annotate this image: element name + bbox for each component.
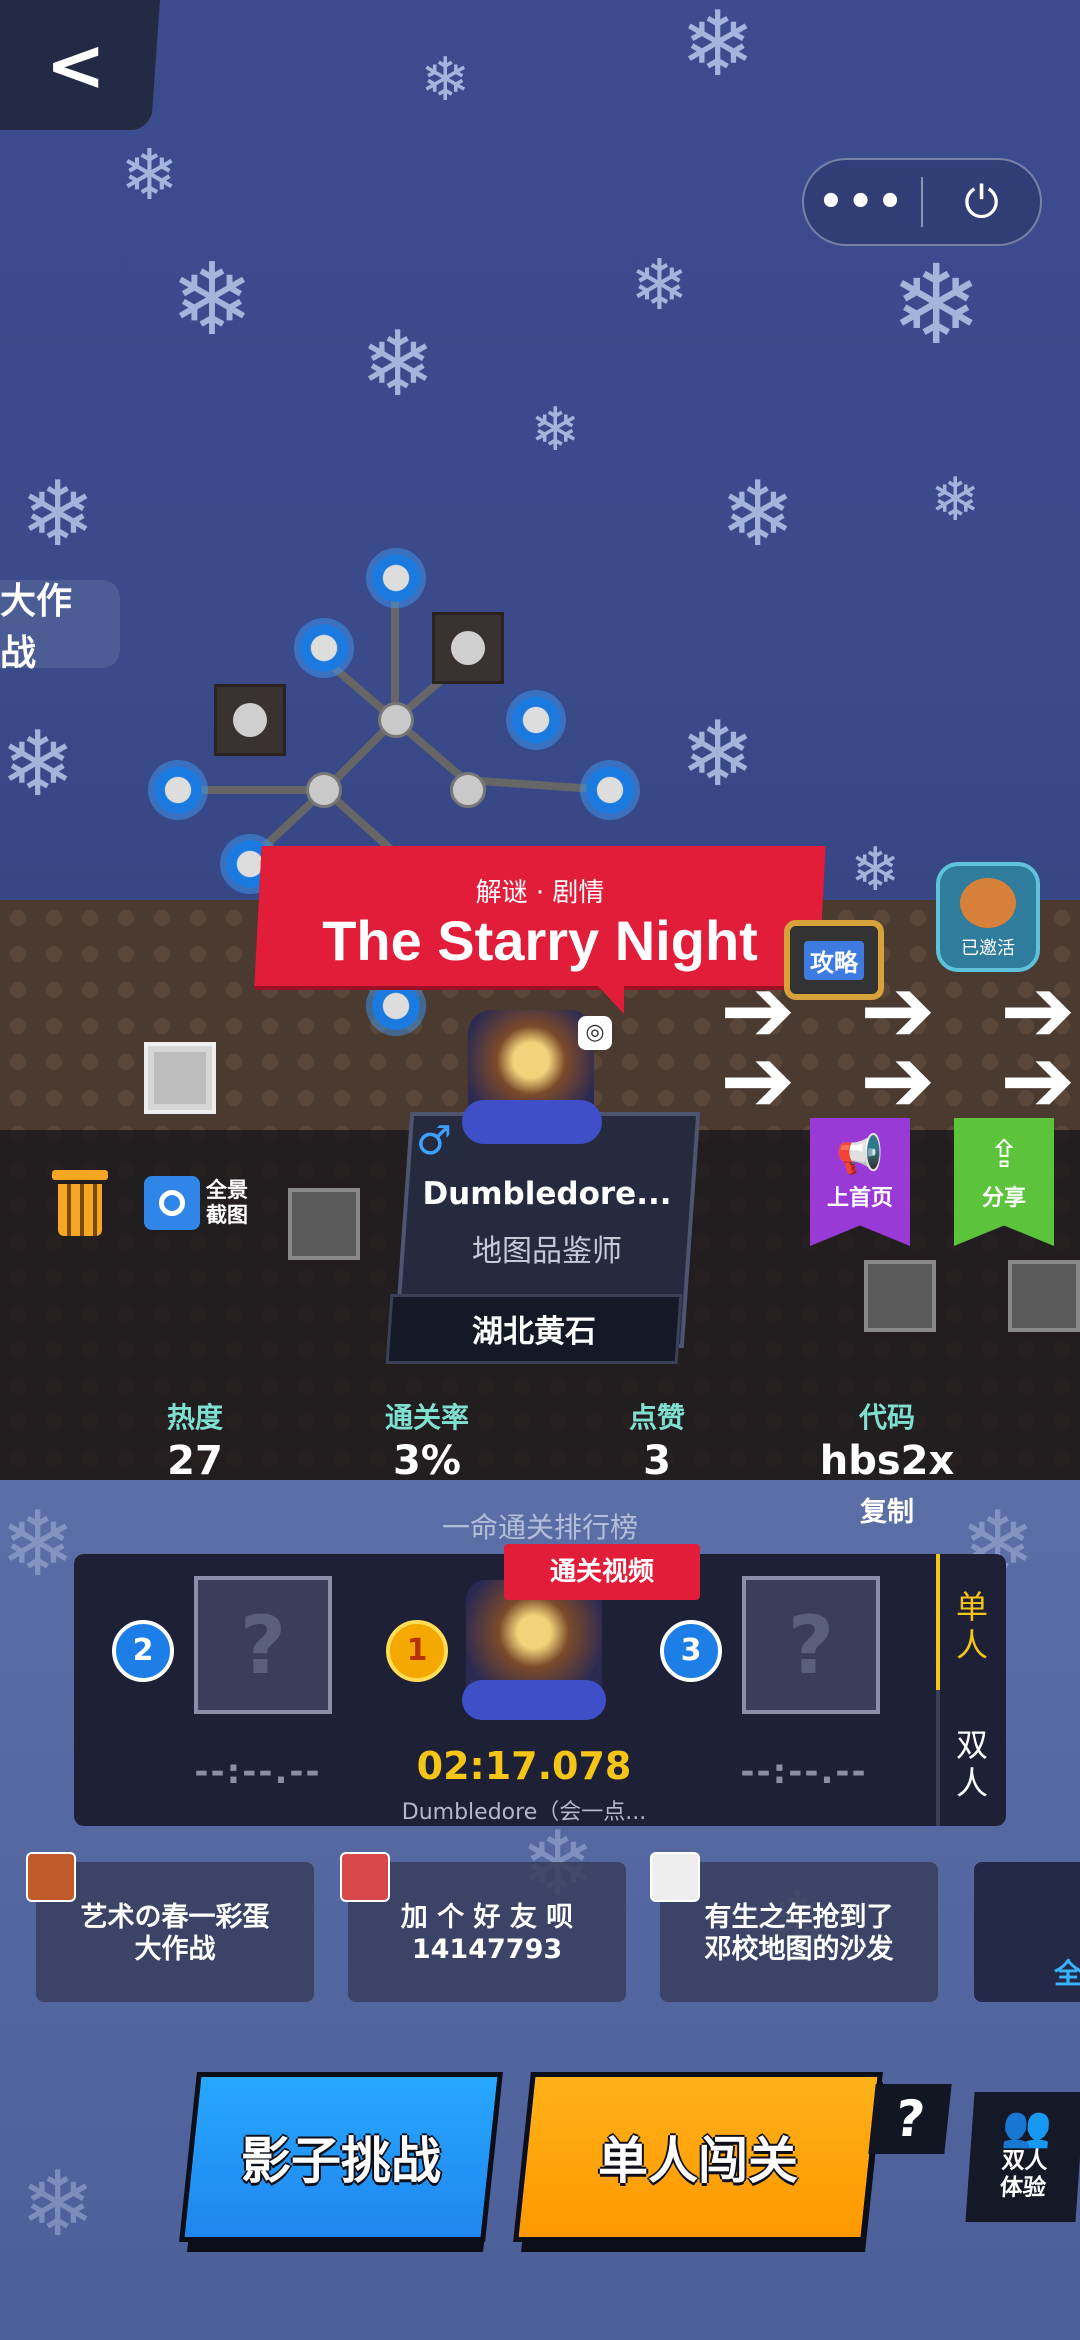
arrow-right-icon: ➔ [860,1028,936,1133]
clear-video-button[interactable]: 通关视频 [504,1544,700,1600]
comment-text: 艺术の春一彩蛋 大作战 [80,1902,270,1965]
snowflake-icon: ❄ [680,702,756,807]
snowflake-icon: ❄ [680,0,756,97]
level-title: The Starry Night [322,909,758,972]
tree-node [506,690,566,750]
rank-badge: 2 [112,1620,174,1682]
guide-button[interactable]: 攻略 [784,920,884,1000]
tree-node [366,548,426,608]
avatar-seat [462,1100,602,1144]
rank-time: --:--.-- [740,1752,868,1792]
tree-joint [450,772,486,808]
tree-block [432,612,504,684]
comment-card[interactable]: 有生之年抢到了 邓校地图的沙发 [660,1862,938,2002]
megaphone-icon: 📢 [836,1132,884,1176]
empty-avatar: ? [194,1576,332,1714]
rank-time: --:--.-- [194,1752,322,1792]
avatar [340,1852,390,1902]
invite-label: 已邀活 [961,938,1015,959]
creator-name: Dumbledore... [422,1176,672,1212]
camera-icon[interactable] [144,1176,200,1230]
promote-home-label: 上首页 [826,1186,893,1211]
snowflake-icon: ❄ [170,241,254,358]
stone-block [1008,1260,1080,1332]
stat-code: 代码 hbs2x [819,1401,955,1484]
snowflake-icon: ❄ [360,312,436,417]
snowflake-icon: ❄ [0,712,76,817]
snowflake-icon: ❄ [930,465,981,535]
duo-trial-button[interactable]: 👥 双人 体验 [965,2092,1080,2222]
snowflake-icon: ❄ [420,45,471,115]
snowflake-icon: ❄ [850,835,901,905]
comment-card[interactable]: 艺术の春一彩蛋 大作战 [36,1862,314,2002]
banner-tip [598,986,624,1014]
active-tab-indicator [936,1554,940,1690]
comment-text: 有生之年抢到了 邓校地图的沙发 [704,1902,894,1965]
stone-block [864,1260,936,1332]
help-button[interactable]: ? [868,2084,952,2154]
solo-play-label: 单人闯关 [598,2132,798,2190]
tree-node [294,618,354,678]
share-icon: ⇪ [988,1132,1020,1176]
tree-joint [306,772,342,808]
tree-node [580,760,640,820]
snowflake-icon: ❄ [720,462,796,567]
screenshot-label[interactable]: 全景 截图 [206,1178,248,1228]
male-icon: ♂ [416,1118,452,1164]
more-button[interactable]: ••• [804,179,921,225]
empty-avatar: ? [742,1576,880,1714]
shadow-challenge-label: 影子挑战 [241,2132,441,2190]
snowflake-icon: ❄ [530,395,581,465]
fox-avatar-icon [960,878,1016,928]
back-button[interactable]: < [0,0,160,130]
tab-single[interactable]: 单人 [946,1588,998,1664]
people-icon: 👥 [1000,2104,1054,2150]
shadow-challenge-button[interactable]: 影子挑战 [179,2072,503,2242]
winner-name: Dumbledore（会一点... [401,1800,647,1825]
avatar-seat [462,1680,606,1720]
arrow-right-icon: ➔ [720,1028,796,1133]
badge-icon: ◎ [578,1016,612,1050]
tree-node [148,760,208,820]
rank-badge: 3 [660,1620,722,1682]
comment-text: 加 个 好 友 呗 14147793 [400,1902,574,1965]
snowflake-icon: ❄ [890,241,983,369]
winner-time: 02:17.078 [416,1744,632,1788]
leaderboard-title: 一命通关排行榜 [441,1511,638,1544]
stone-block [288,1188,360,1260]
more-comments-label: 全 [1054,1957,1080,1990]
solo-play-button[interactable]: 单人闯关 [513,2072,883,2242]
snowflake-icon: ❄ [120,134,179,216]
more-comments-button[interactable]: 全 [974,1862,1080,2002]
snowflake-icon: ❄ [20,462,96,567]
stone-block [144,1042,216,1114]
stat-likes: 点赞 3 [628,1401,685,1484]
creator-location: 湖北黄石 [472,1314,596,1350]
level-tags: 解谜 · 剧情 [475,878,605,908]
stat-heat: 热度 27 [166,1401,223,1484]
avatar [650,1852,700,1902]
rank-badge: 1 [386,1620,448,1682]
chevron-left-icon: < [45,23,106,107]
power-icon[interactable]: ⏻ [923,177,1040,228]
invite-badge[interactable]: 已邀活 [936,862,1040,972]
guide-label: 攻略 [804,940,864,980]
creator-title: 地图品鉴师 [472,1234,622,1269]
avatar [26,1852,76,1902]
snowflake-icon: ❄ [630,244,689,326]
trash-icon[interactable] [52,1170,108,1236]
mini-program-capsule: ••• ⏻ [802,158,1042,246]
tab-double[interactable]: 双人 [946,1726,998,1802]
tree-block [214,684,286,756]
tree-joint [378,702,414,738]
share-label: 分享 [981,1186,1026,1211]
arrow-right-icon: ➔ [1000,1028,1076,1133]
side-event-tag[interactable]: 大作战 [0,580,120,674]
stat-clear-rate: 通关率 3% [384,1401,469,1484]
